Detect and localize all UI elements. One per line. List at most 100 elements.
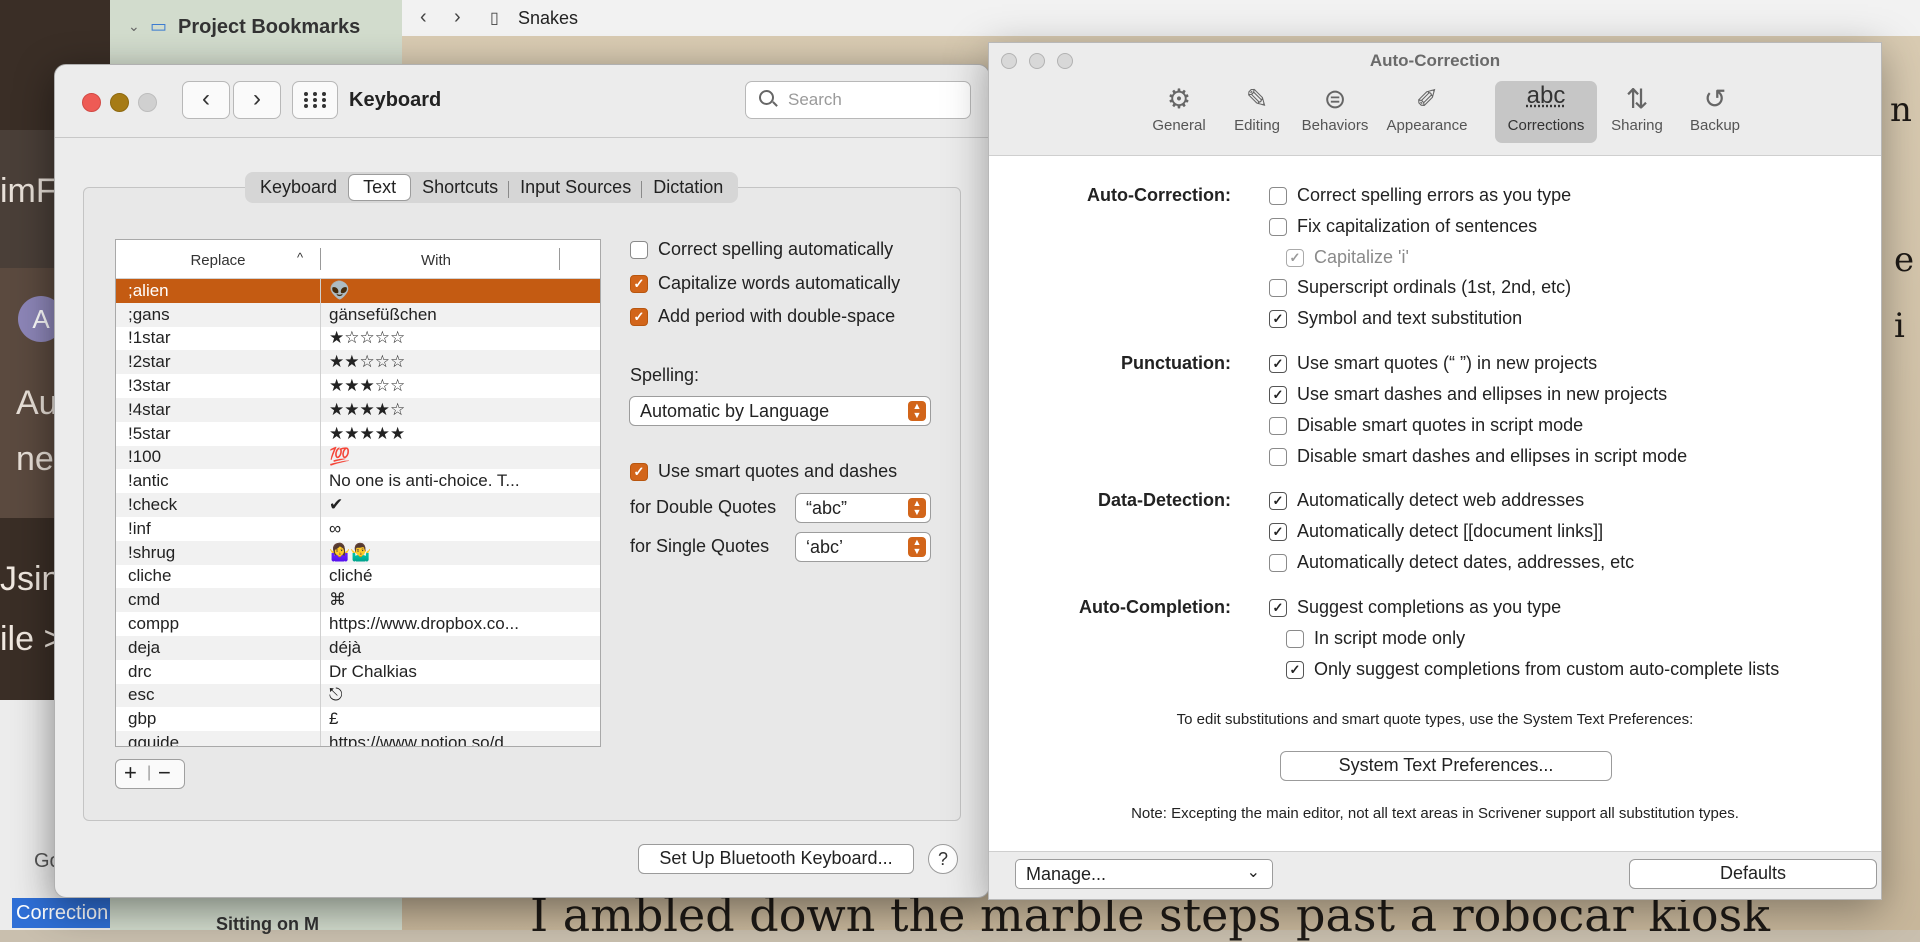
- checkbox-box[interactable]: ✓: [1269, 385, 1287, 404]
- spelling-popup[interactable]: Automatic by Language ▲ ▼: [629, 396, 931, 426]
- with-cell[interactable]: ✔: [321, 493, 600, 517]
- forward-button[interactable]: ›: [233, 81, 281, 119]
- checkbox-box[interactable]: ✓: [1269, 491, 1287, 510]
- table-row[interactable]: compp https://www.dropbox.co...: [116, 612, 600, 636]
- system-text-preferences-button[interactable]: System Text Preferences...: [1280, 751, 1612, 781]
- fix-capitalization-checkbox[interactable]: Fix capitalization of sentences: [1269, 216, 1537, 237]
- checkbox-box[interactable]: [1269, 416, 1287, 435]
- replace-cell[interactable]: !shrug: [116, 540, 321, 565]
- table-row[interactable]: !antic No one is anti-choice. T...: [116, 469, 600, 494]
- replace-cell[interactable]: !inf: [116, 516, 321, 541]
- table-row[interactable]: deja déjà: [116, 635, 600, 660]
- replace-cell[interactable]: !2star: [116, 350, 321, 375]
- search-field[interactable]: [745, 81, 971, 119]
- checkbox-box[interactable]: [1286, 629, 1304, 648]
- table-row[interactable]: !2star ★★☆☆☆: [116, 350, 600, 375]
- replace-cell[interactable]: !check: [116, 493, 321, 517]
- tab-keyboard[interactable]: Keyboard: [249, 174, 348, 201]
- column-header-with[interactable]: With: [321, 252, 551, 269]
- checkbox-box[interactable]: ✓: [630, 274, 648, 293]
- table-row[interactable]: ;gans gänsefüßchen: [116, 302, 600, 327]
- double-quotes-popup[interactable]: “abc” ▲ ▼: [795, 493, 931, 523]
- symbol-substitution-checkbox[interactable]: ✓ Symbol and text substitution: [1269, 308, 1522, 329]
- checkbox-box[interactable]: ✓: [1286, 660, 1304, 679]
- detect-dates-checkbox[interactable]: Automatically detect dates, addresses, e…: [1269, 552, 1634, 573]
- replace-cell[interactable]: gguide: [116, 731, 321, 746]
- table-row[interactable]: !4star ★★★★☆: [116, 397, 600, 422]
- manage-popup[interactable]: Manage... ⌄: [1015, 859, 1273, 889]
- suggest-completions-checkbox[interactable]: ✓ Suggest completions as you type: [1269, 597, 1561, 618]
- tab-input-sources[interactable]: Input Sources: [508, 174, 642, 201]
- back-button[interactable]: ‹: [182, 81, 230, 119]
- table-row[interactable]: ;alien 👽: [116, 279, 600, 303]
- bluetooth-keyboard-button[interactable]: Set Up Bluetooth Keyboard...: [638, 844, 914, 874]
- checkbox-box[interactable]: [1269, 553, 1287, 572]
- with-cell[interactable]: https://www.notion.so/d...: [321, 731, 600, 746]
- tab-shortcuts[interactable]: Shortcuts: [411, 174, 509, 201]
- smart-dashes-checkbox[interactable]: ✓ Use smart dashes and ellipses in new pr…: [1269, 384, 1667, 405]
- with-cell[interactable]: gänsefüßchen: [321, 303, 600, 327]
- table-row[interactable]: !check ✔: [116, 493, 600, 517]
- replace-cell[interactable]: esc: [116, 683, 321, 708]
- tab-text[interactable]: Text: [348, 174, 412, 201]
- with-cell[interactable]: ⎋: [321, 684, 600, 708]
- table-row[interactable]: esc ⎋: [116, 683, 600, 708]
- checkbox-box[interactable]: ✓: [1269, 522, 1287, 541]
- with-cell[interactable]: déjà: [321, 636, 600, 660]
- table-row[interactable]: !shrug 🤷‍♀️🤷‍♂️: [116, 540, 600, 565]
- zoom-icon[interactable]: [138, 93, 157, 112]
- double-space-period-checkbox[interactable]: ✓ Add period with double-space: [630, 306, 895, 327]
- checkbox-box[interactable]: ✓: [630, 462, 648, 481]
- show-all-grid-icon[interactable]: [292, 81, 338, 119]
- toolbar-appearance[interactable]: ✐ Appearance: [1377, 81, 1477, 134]
- with-cell[interactable]: 🤷‍♀️🤷‍♂️: [321, 541, 600, 565]
- with-cell[interactable]: ★☆☆☆☆: [321, 327, 600, 351]
- with-cell[interactable]: £: [321, 707, 600, 731]
- replace-cell[interactable]: gbp: [116, 707, 321, 732]
- checkbox-box[interactable]: ✓: [1269, 598, 1287, 617]
- with-cell[interactable]: Dr Chalkias: [321, 660, 600, 684]
- replace-cell[interactable]: !antic: [116, 469, 321, 494]
- toolbar-backup[interactable]: ↺ Backup: [1665, 81, 1765, 134]
- capitalize-words-checkbox[interactable]: ✓ Capitalize words automatically: [630, 273, 900, 294]
- disable-smart-quotes-checkbox[interactable]: Disable smart quotes in script mode: [1269, 415, 1583, 436]
- table-row[interactable]: cliche cliché: [116, 564, 600, 589]
- table-row[interactable]: !100 💯: [116, 445, 600, 470]
- table-row[interactable]: gguide https://www.notion.so/d...: [116, 731, 600, 746]
- disclosure-icon[interactable]: ⌄: [128, 18, 140, 35]
- checkbox-box[interactable]: [1269, 278, 1287, 297]
- disable-smart-dashes-checkbox[interactable]: Disable smart dashes and ellipses in scr…: [1269, 446, 1687, 467]
- forward-icon[interactable]: ›: [454, 6, 461, 29]
- detect-web-addresses-checkbox[interactable]: ✓ Automatically detect web addresses: [1269, 490, 1584, 511]
- with-cell[interactable]: ∞: [321, 517, 600, 541]
- replace-cell[interactable]: ;alien: [116, 279, 321, 303]
- replace-cell[interactable]: !1star: [116, 326, 321, 351]
- replace-cell[interactable]: !5star: [116, 421, 321, 446]
- with-cell[interactable]: ★★☆☆☆: [321, 350, 600, 374]
- replace-cell[interactable]: ;gans: [116, 302, 321, 327]
- defaults-button[interactable]: Defaults: [1629, 859, 1877, 889]
- correct-spelling-checkbox[interactable]: Correct spelling errors as you type: [1269, 185, 1571, 206]
- table-row[interactable]: !1star ★☆☆☆☆: [116, 326, 600, 351]
- custom-lists-only-checkbox[interactable]: ✓ Only suggest completions from custom au…: [1286, 659, 1779, 680]
- with-cell[interactable]: 👽: [321, 279, 600, 303]
- checkbox-box[interactable]: [1269, 447, 1287, 466]
- help-button[interactable]: ?: [928, 844, 958, 874]
- toolbar-behaviors[interactable]: ⊜ Behaviors: [1285, 81, 1385, 134]
- detect-document-links-checkbox[interactable]: ✓ Automatically detect [[document links]]: [1269, 521, 1603, 542]
- search-input[interactable]: [786, 88, 960, 112]
- with-cell[interactable]: ⌘: [321, 588, 600, 612]
- correction-tab[interactable]: Correction: [12, 898, 116, 928]
- with-cell[interactable]: cliché: [321, 565, 600, 589]
- table-row[interactable]: cmd ⌘: [116, 588, 600, 613]
- add-button[interactable]: +: [124, 760, 137, 786]
- single-quotes-popup[interactable]: ‘abc’ ▲ ▼: [795, 532, 931, 562]
- with-cell[interactable]: ★★★☆☆: [321, 374, 600, 398]
- with-cell[interactable]: ★★★★★: [321, 422, 600, 446]
- table-row[interactable]: !3star ★★★☆☆: [116, 374, 600, 398]
- checkbox-box[interactable]: ✓: [1269, 354, 1287, 373]
- smart-quotes-checkbox[interactable]: ✓ Use smart quotes and dashes: [630, 461, 897, 482]
- sidebar-folder-title[interactable]: Project Bookmarks: [178, 16, 360, 39]
- with-cell[interactable]: No one is anti-choice. T...: [321, 469, 600, 493]
- text-replacement-table[interactable]: Replace ^ With ;alien 👽 ;gans gänsefüßchen!…: [115, 239, 601, 747]
